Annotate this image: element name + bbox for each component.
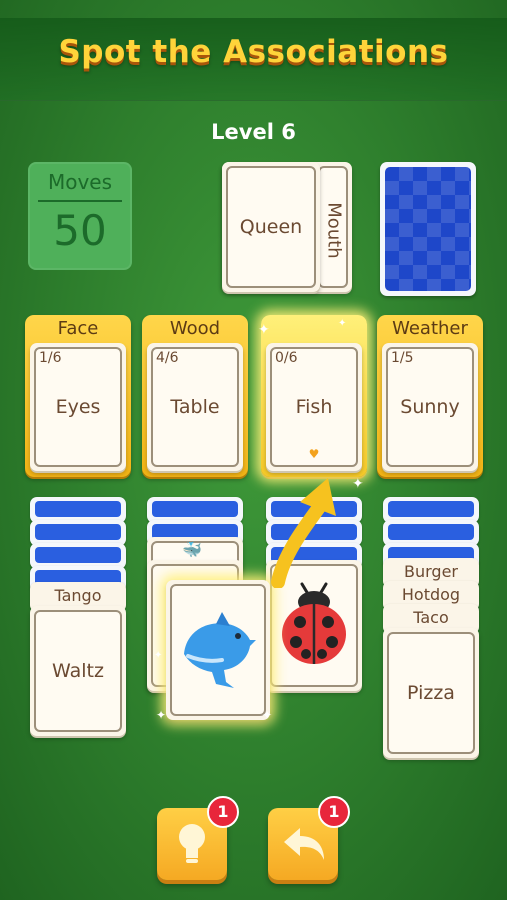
sparkle-icon: ✦: [156, 708, 167, 722]
slot-weather[interactable]: Weather 1/5 Sunny: [377, 315, 483, 477]
col4-top-card[interactable]: Pizza: [383, 628, 479, 758]
slot-weather-count: 1/5: [391, 350, 414, 366]
slot-wood-count: 4/6: [156, 350, 179, 366]
col1-strip-label: Tango: [54, 586, 102, 605]
slot-face-card-label: Eyes: [55, 396, 101, 418]
slot-wood[interactable]: Wood 4/6 Table: [142, 315, 248, 477]
waste-top-card[interactable]: Queen: [222, 162, 320, 292]
slot-face-card: 1/6 Eyes: [30, 343, 126, 471]
sparkle-icon: ✦: [154, 650, 163, 661]
slot-wood-label: Wood: [169, 318, 221, 339]
sparkle-icon: ✦: [262, 708, 273, 722]
slot-face-count: 1/6: [39, 350, 62, 366]
sparkle-icon: ✦: [338, 318, 347, 329]
lightbulb-icon: [179, 824, 205, 863]
moves-divider: [38, 200, 122, 202]
col4-strip-burger-label: Burger: [404, 562, 458, 581]
col4-strip-taco-label: Taco: [413, 608, 449, 627]
draw-pile[interactable]: [380, 162, 476, 296]
slot-fish[interactable]: 0/6 Fish ♥: [261, 315, 367, 477]
slot-face[interactable]: Face 1/6 Eyes: [25, 315, 131, 477]
slot-fish-card-label: Fish: [295, 396, 333, 418]
undo-badge: 1: [318, 796, 350, 828]
slot-weather-card: 1/5 Sunny: [382, 343, 478, 471]
level-label: Level 6: [211, 120, 296, 144]
slot-weather-label: Weather: [392, 318, 468, 339]
sparkle-icon: ✦: [258, 322, 270, 338]
page-title: Spot the Associations: [58, 34, 449, 70]
sparkle-icon: ✦: [352, 476, 364, 492]
held-card-dolphin[interactable]: [166, 580, 270, 720]
undo-button[interactable]: 1: [268, 796, 350, 880]
undo-icon: [284, 828, 324, 860]
col4-top-label: Pizza: [407, 682, 455, 704]
moves-label: Moves: [47, 170, 113, 194]
moves-counter: Moves 50: [28, 162, 132, 270]
hint-badge: 1: [207, 796, 239, 828]
waste-under-label-wrap: Mouth: [322, 192, 346, 272]
col4-strip-hotdog-label: Hotdog: [401, 585, 461, 604]
arrow-icon: [271, 478, 336, 588]
waste-under-label: Mouth: [323, 202, 345, 259]
slot-fish-count: 0/6: [275, 350, 298, 366]
col1-top-label: Waltz: [52, 660, 104, 682]
waste-top-label: Queen: [239, 216, 303, 238]
dolphin-icon: [184, 612, 256, 688]
moves-value: 50: [53, 206, 107, 255]
hint-button[interactable]: 1: [157, 796, 239, 880]
slot-fish-card: 0/6 Fish ♥: [266, 343, 362, 471]
slot-weather-card-label: Sunny: [400, 396, 460, 418]
col1-top-card[interactable]: Waltz: [30, 606, 126, 736]
whale-icon: 🐳: [182, 540, 202, 559]
ladybug-icon: [282, 582, 346, 664]
slot-wood-card-label: Table: [170, 396, 220, 418]
slot-face-label: Face: [57, 318, 99, 339]
slot-wood-card: 4/6 Table: [147, 343, 243, 471]
